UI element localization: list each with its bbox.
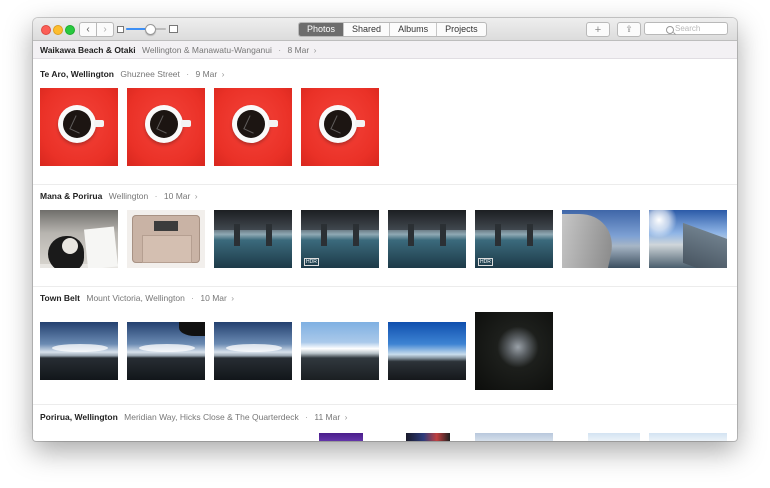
photo-thumbnail[interactable] bbox=[649, 433, 727, 441]
photo-thumbnail[interactable] bbox=[475, 433, 553, 441]
divider bbox=[33, 184, 737, 185]
photo-thumbnail[interactable] bbox=[214, 322, 292, 380]
chevron-left-icon: ‹ bbox=[86, 23, 90, 35]
zoom-in-icon[interactable] bbox=[169, 25, 178, 33]
coffee-cup-image bbox=[145, 105, 183, 143]
zoom-out-icon[interactable] bbox=[117, 26, 124, 33]
search-field[interactable] bbox=[644, 22, 730, 35]
photo-thumbnail[interactable] bbox=[214, 210, 292, 268]
search-input[interactable] bbox=[665, 24, 730, 33]
photo-thumbnail[interactable] bbox=[388, 322, 466, 380]
laptop-image bbox=[132, 215, 200, 263]
photo-thumbnail[interactable] bbox=[214, 88, 292, 166]
close-window-button[interactable] bbox=[41, 25, 51, 35]
moment-header[interactable]: Mana & Porirua Wellington · 10 Mar › bbox=[40, 191, 198, 202]
moment-separator: · bbox=[154, 191, 158, 201]
share-button[interactable]: ⇪ bbox=[617, 22, 641, 37]
photo-thumbnail[interactable] bbox=[40, 322, 118, 380]
moment-separator: · bbox=[278, 45, 282, 55]
moment-date: 10 Mar bbox=[163, 191, 191, 201]
plus-icon: + bbox=[594, 23, 602, 36]
photos-window: ‹ › Photos Shared Albums Projects + ⇪ Wa… bbox=[33, 18, 737, 441]
photo-thumbnail[interactable] bbox=[40, 88, 118, 166]
chevron-right-icon: › bbox=[194, 191, 198, 201]
photo-thumbnail[interactable] bbox=[562, 210, 640, 268]
moment-date: 10 Mar bbox=[200, 293, 227, 303]
moment-date: 8 Mar bbox=[287, 45, 310, 55]
moment-header[interactable]: Town Belt Mount Victoria, Wellington · 1… bbox=[40, 293, 234, 304]
toolbar: ‹ › Photos Shared Albums Projects + ⇪ bbox=[33, 18, 737, 41]
add-button[interactable]: + bbox=[586, 22, 610, 37]
pinned-moment-header[interactable]: Waikawa Beach & Otaki Wellington & Manaw… bbox=[33, 41, 737, 59]
tab-shared[interactable]: Shared bbox=[343, 23, 389, 36]
moment-title: Porirua, Wellington bbox=[40, 412, 118, 422]
divider bbox=[33, 404, 737, 405]
tab-albums[interactable]: Albums bbox=[389, 23, 436, 36]
photo-thumbnail[interactable] bbox=[406, 433, 450, 441]
moment-location: Meridian Way, Hicks Close & The Quarterd… bbox=[124, 412, 299, 422]
hdr-badge: HDR bbox=[478, 258, 493, 266]
moment-date: 11 Mar bbox=[314, 412, 341, 422]
coffee-cup-image bbox=[232, 105, 270, 143]
photo-thumbnail[interactable] bbox=[649, 210, 727, 268]
view-tabs: Photos Shared Albums Projects bbox=[298, 22, 487, 37]
moment-separator: · bbox=[305, 412, 308, 422]
moment-location: Wellington & Manawatu-Wanganui bbox=[141, 45, 272, 55]
chevron-right-icon: › bbox=[221, 69, 225, 79]
moment-separator: · bbox=[191, 293, 195, 303]
moment-separator: · bbox=[186, 69, 190, 79]
photo-thumbnail[interactable] bbox=[301, 322, 379, 380]
divider bbox=[33, 286, 737, 287]
share-icon: ⇪ bbox=[625, 24, 633, 34]
photo-thumbnail[interactable] bbox=[40, 210, 118, 268]
moment-title: Mana & Porirua bbox=[40, 191, 103, 201]
moment-location: Mount Victoria, Wellington bbox=[86, 293, 185, 303]
photo-thumbnail[interactable] bbox=[127, 88, 205, 166]
moment-header[interactable]: Porirua, Wellington Meridian Way, Hicks … bbox=[40, 412, 347, 423]
moment-location: Wellington bbox=[108, 191, 149, 201]
chevron-right-icon: › bbox=[313, 45, 317, 55]
photo-thumbnail[interactable] bbox=[475, 312, 553, 390]
photo-thumbnail[interactable] bbox=[588, 433, 640, 441]
moment-title: Town Belt bbox=[40, 293, 80, 303]
search-icon bbox=[666, 26, 674, 34]
zoom-window-button[interactable] bbox=[65, 25, 75, 35]
photo-thumbnail[interactable] bbox=[127, 322, 205, 380]
zoom-slider-knob[interactable] bbox=[145, 24, 156, 35]
photo-grid: Te Aro, Wellington Ghuznee Street · 9 Ma… bbox=[33, 60, 737, 441]
hdr-badge: HDR bbox=[304, 258, 319, 266]
navigation-buttons: ‹ › bbox=[79, 22, 114, 37]
chevron-right-icon: › bbox=[103, 23, 107, 35]
moment-header[interactable]: Te Aro, Wellington Ghuznee Street · 9 Ma… bbox=[40, 69, 224, 80]
coffee-cup-image bbox=[58, 105, 96, 143]
chevron-right-icon: › bbox=[231, 293, 235, 303]
photo-thumbnail[interactable] bbox=[319, 433, 363, 441]
photo-thumbnail[interactable] bbox=[301, 88, 379, 166]
photo-thumbnail[interactable]: HDR bbox=[301, 210, 379, 268]
photo-thumbnail[interactable] bbox=[388, 210, 466, 268]
moment-title: Te Aro, Wellington bbox=[40, 69, 114, 79]
tab-photos[interactable]: Photos bbox=[299, 23, 344, 36]
minimize-window-button[interactable] bbox=[53, 25, 63, 35]
moment-title: Waikawa Beach & Otaki bbox=[40, 45, 136, 55]
photo-thumbnail[interactable] bbox=[127, 210, 205, 268]
back-button[interactable]: ‹ bbox=[79, 22, 97, 37]
coffee-cup-image bbox=[319, 105, 357, 143]
moment-location: Ghuznee Street bbox=[120, 69, 180, 79]
chevron-right-icon: › bbox=[344, 412, 348, 422]
moment-date: 9 Mar bbox=[195, 69, 218, 79]
tab-projects[interactable]: Projects bbox=[436, 23, 486, 36]
photo-thumbnail[interactable]: HDR bbox=[475, 210, 553, 268]
forward-button[interactable]: › bbox=[97, 22, 114, 37]
